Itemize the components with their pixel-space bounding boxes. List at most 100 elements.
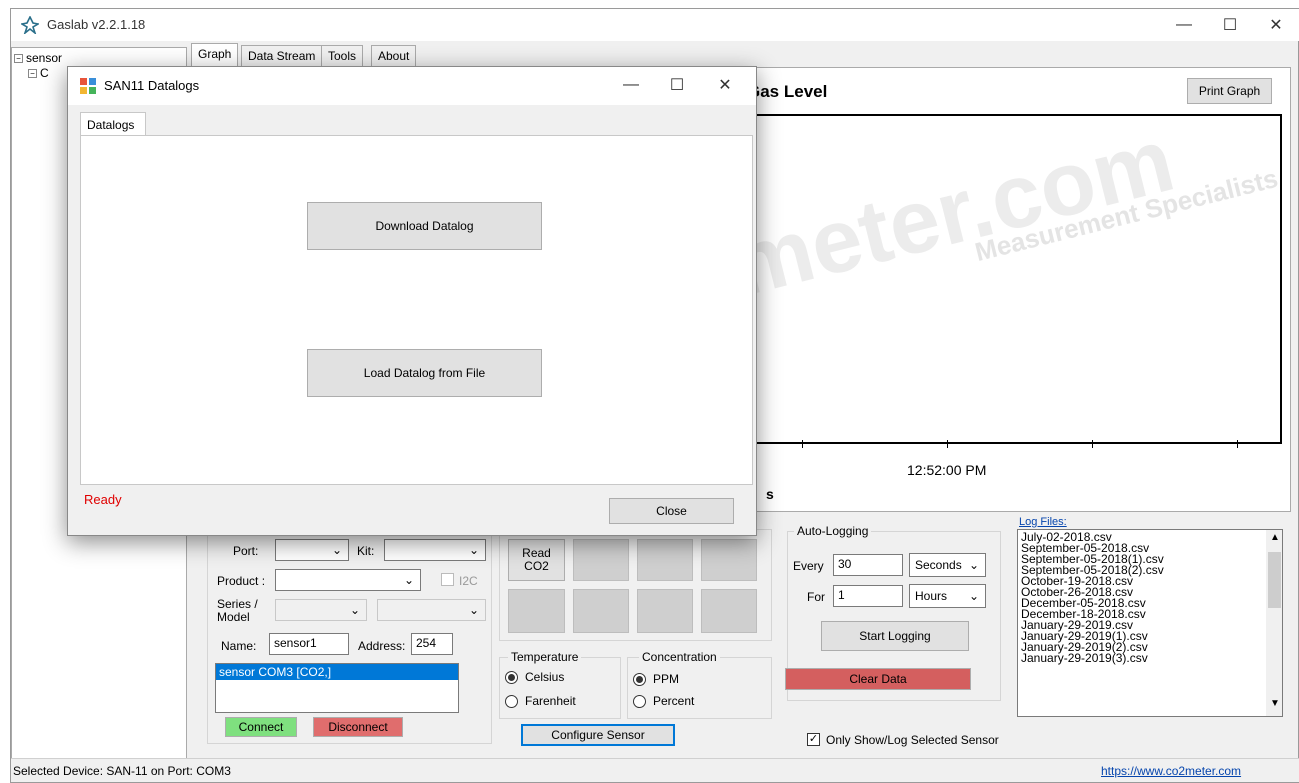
percent-label: Percent xyxy=(653,694,695,708)
reading-cell xyxy=(701,589,757,633)
temperature-group xyxy=(499,657,621,719)
percent-radio[interactable] xyxy=(633,695,646,708)
button-label: Close xyxy=(656,504,687,518)
button-label: Print Graph xyxy=(1198,84,1261,98)
log-files-header[interactable]: Log Files: xyxy=(1019,516,1067,528)
chevron-down-icon: ⌄ xyxy=(968,558,979,572)
scroll-up-icon[interactable]: ▲ xyxy=(1270,532,1280,543)
ppm-label: PPM xyxy=(653,672,680,686)
tab-label: Datalogs xyxy=(87,118,135,132)
i2c-checkbox[interactable] xyxy=(441,573,454,586)
reading-cell xyxy=(573,539,629,581)
select-value: Seconds xyxy=(915,558,962,572)
log-files-items: July-02-2018.csv September-05-2018.csv Sep… xyxy=(1021,531,1261,664)
device-list-item[interactable]: sensor COM3 [CO2,] xyxy=(216,664,458,680)
series-label-2: Model xyxy=(217,610,250,624)
tab-tools[interactable]: Tools xyxy=(321,45,364,67)
ppm-radio[interactable] xyxy=(633,673,646,686)
scroll-down-icon[interactable]: ▼ xyxy=(1270,698,1280,709)
button-label: Disconnect xyxy=(328,720,388,734)
chevron-down-icon: ⌄ xyxy=(968,589,979,603)
dialog-close-icon[interactable]: ✕ xyxy=(702,69,748,101)
every-unit-select[interactable]: Seconds ⌄ xyxy=(909,553,986,577)
name-label: Name: xyxy=(221,639,257,653)
graph-title: Gas Level xyxy=(747,82,828,101)
device-list[interactable]: sensor COM3 [CO2,] xyxy=(215,663,459,713)
tree-node-child[interactable]: − C xyxy=(28,66,49,80)
i2c-label: I2C xyxy=(459,574,478,588)
tab-graph[interactable]: Graph xyxy=(191,43,239,67)
datalogs-dialog: SAN11 Datalogs — ☐ ✕ Datalogs Download D… xyxy=(67,66,757,536)
for-label: For xyxy=(807,590,825,604)
tab-datalogs[interactable]: Datalogs xyxy=(80,112,146,136)
address-field[interactable]: 254 xyxy=(411,633,453,655)
button-label: CO2 xyxy=(524,559,549,573)
tree-node-label: sensor xyxy=(26,51,63,65)
only-show-checkbox[interactable]: ✓ xyxy=(807,733,820,746)
every-field[interactable]: 30 xyxy=(833,554,903,576)
dialog-minimize-button[interactable]: — xyxy=(608,69,654,101)
dialog-title-bar: SAN11 Datalogs — ☐ ✕ xyxy=(68,67,756,105)
status-bar: Selected Device: SAN-11 on Port: COM3 ht… xyxy=(11,758,1299,782)
configure-sensor-button[interactable]: Configure Sensor xyxy=(521,724,675,746)
tab-label: Graph xyxy=(198,47,232,61)
celsius-label: Celsius xyxy=(525,670,565,684)
product-label: Product : xyxy=(217,574,266,588)
x-tick-label: 12:52:00 PM xyxy=(907,462,987,478)
log-file-item[interactable]: January-29-2019(3).csv xyxy=(1021,652,1261,664)
tab-label: About xyxy=(378,49,410,63)
only-show-label: Only Show/Log Selected Sensor xyxy=(826,733,999,747)
port-label: Port: xyxy=(233,544,259,558)
for-field[interactable]: 1 xyxy=(833,585,903,607)
website-link[interactable]: https://www.co2meter.com xyxy=(1101,764,1241,778)
button-label: Clear Data xyxy=(849,672,907,686)
clear-data-button[interactable]: Clear Data xyxy=(785,668,971,690)
button-label: Configure Sensor xyxy=(551,728,645,742)
tab-label: Tools xyxy=(328,49,357,63)
x-axis-ticks xyxy=(732,440,1282,448)
reading-cell xyxy=(637,589,693,633)
read-co2-button[interactable]: Read CO2 xyxy=(508,539,565,581)
product-select[interactable]: ⌄ xyxy=(275,569,421,591)
load-datalog-button[interactable]: Load Datalog from File xyxy=(307,349,542,397)
dialog-maximize-button[interactable]: ☐ xyxy=(654,69,700,101)
model-select[interactable]: ⌄ xyxy=(377,599,486,621)
scrollbar-thumb[interactable] xyxy=(1268,552,1281,608)
button-label: Load Datalog from File xyxy=(363,366,486,380)
log-files-list[interactable]: July-02-2018.csv September-05-2018.csv Sep… xyxy=(1017,529,1283,717)
name-field[interactable]: sensor1 xyxy=(269,633,349,655)
reading-cell xyxy=(637,539,693,581)
celsius-radio[interactable] xyxy=(505,671,518,684)
maximize-button[interactable]: ☐ xyxy=(1207,9,1253,41)
scrollbar[interactable]: ▲ ▼ xyxy=(1266,530,1282,716)
close-button[interactable]: ✕ xyxy=(1253,9,1299,41)
disconnect-button[interactable]: Disconnect xyxy=(313,717,403,737)
tree-node-sensor[interactable]: − sensor xyxy=(14,51,62,65)
concentration-group xyxy=(627,657,772,719)
series-select[interactable]: ⌄ xyxy=(275,599,367,621)
for-unit-select[interactable]: Hours ⌄ xyxy=(909,584,986,608)
tab-about[interactable]: About xyxy=(371,45,417,67)
kit-select[interactable]: ⌄ xyxy=(384,539,486,561)
tab-label: Data Stream xyxy=(248,49,316,63)
minimize-button[interactable]: — xyxy=(1161,9,1207,41)
start-logging-button[interactable]: Start Logging xyxy=(821,621,969,651)
download-datalog-button[interactable]: Download Datalog xyxy=(307,202,542,250)
farenheit-radio[interactable] xyxy=(505,695,518,708)
every-label: Every xyxy=(793,559,824,573)
collapse-icon[interactable]: − xyxy=(28,68,37,78)
dialog-close-button[interactable]: Close xyxy=(609,498,734,524)
tick-mark xyxy=(947,440,948,448)
reading-cell xyxy=(701,539,757,581)
port-select[interactable]: ⌄ xyxy=(275,539,349,561)
reading-cell xyxy=(508,589,565,633)
collapse-icon[interactable]: − xyxy=(14,53,23,63)
address-label: Address: xyxy=(358,639,406,653)
print-graph-button[interactable]: Print Graph xyxy=(1187,78,1272,104)
reading-cell xyxy=(573,589,629,633)
connect-button[interactable]: Connect xyxy=(225,717,297,737)
dialog-app-icon xyxy=(80,78,96,94)
auto-logging-label: Auto-Logging xyxy=(794,524,872,538)
tab-data-stream[interactable]: Data Stream xyxy=(241,45,323,67)
dialog-status: Ready xyxy=(84,492,122,507)
